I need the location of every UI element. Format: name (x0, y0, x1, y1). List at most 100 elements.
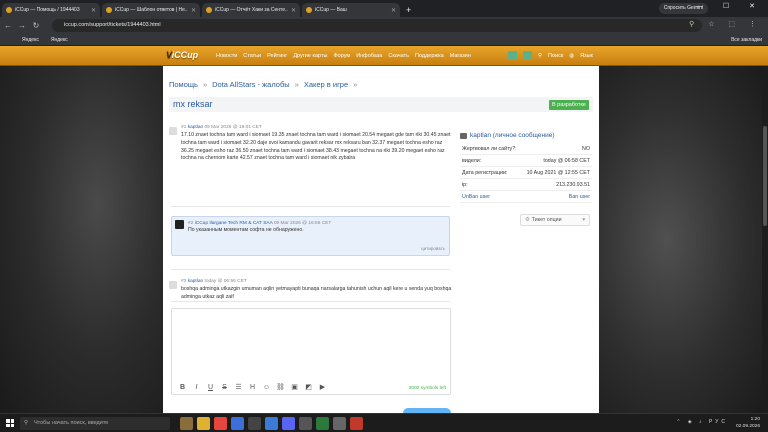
image-icon[interactable]: ▣ (290, 383, 299, 391)
avatar (175, 220, 184, 229)
site-navigation: ViCCup Новости Статьи Рейтинг Другие кар… (0, 46, 768, 66)
nav-link-articles[interactable]: Статьи (243, 53, 261, 59)
close-icon[interactable]: ✕ (391, 7, 396, 14)
app-icon[interactable] (299, 417, 312, 430)
url-field[interactable]: iccup.com/support/tickets/1944403.html (52, 19, 702, 32)
heading-icon[interactable]: H (248, 384, 257, 391)
close-icon[interactable]: ✕ (291, 7, 296, 14)
download-icon[interactable] (523, 51, 532, 60)
bold-icon[interactable]: B (178, 384, 187, 391)
discord-icon[interactable] (282, 417, 295, 430)
video-icon[interactable]: ▶ (318, 383, 327, 391)
ban-user-link[interactable]: Ban user (569, 194, 590, 200)
browser-tab[interactable]: iCCup — Помощь / 1944403 ✕ (2, 3, 100, 17)
site-favicon-icon (6, 7, 12, 13)
status-badge: В разработке (548, 100, 589, 110)
strikethrough-icon[interactable]: S (220, 384, 229, 391)
app-icon[interactable] (248, 417, 261, 430)
app-icon[interactable] (265, 417, 278, 430)
search-icon[interactable]: ⚲ (538, 53, 542, 59)
tab-title: iCCup — Помощь / 1944403 (15, 7, 80, 13)
nav-link-other-maps[interactable]: Другие карты (293, 53, 327, 59)
scrollbar-thumb[interactable] (763, 126, 767, 226)
taskbar-search-input[interactable]: ⚲ Чтобы начать поиск, введите (20, 417, 170, 430)
post-meta: #2 iCCup Ilargane Tech RM & CAT SAA 09 M… (188, 221, 332, 226)
window-controls[interactable]: — ☐ ✕ (696, 2, 764, 10)
app-icon[interactable] (180, 417, 193, 430)
windows-start-icon[interactable] (6, 419, 14, 427)
chrome-icon[interactable] (214, 417, 227, 430)
ticket-options-dropdown[interactable]: ⚙ Тикет опции ▾ (520, 214, 590, 226)
clock[interactable]: 1:20 02.09.2026 (736, 416, 760, 430)
tab-title: iCCup — Отчёт Хаки за Сенте... (215, 7, 288, 13)
reply-editor[interactable]: B I U S ☰ H ☺ ⛓ ▣ ◩ ▶ 3000 symbols left (171, 308, 451, 395)
bookmarks-bar: Яндекс Яндекс Все закладки (0, 34, 768, 46)
breadcrumb: Помощь » Dota AllStars - жалобы » Хакер … (169, 80, 357, 89)
web-page: ViCCup Новости Статьи Рейтинг Другие кар… (0, 46, 768, 413)
site-logo[interactable]: ViCCup (166, 50, 198, 60)
site-favicon-icon (306, 7, 312, 13)
app-icon[interactable] (350, 417, 363, 430)
list-icon[interactable]: ☰ (234, 383, 243, 391)
app-icon[interactable] (333, 417, 346, 430)
post-meta: #3 kaptlan today @ 06:56 CET (181, 279, 247, 284)
link-icon[interactable]: ⛓ (276, 383, 285, 391)
system-tray-icons[interactable]: ⌃ ◈ ♪ РУС (676, 419, 728, 425)
nav-link-rating[interactable]: Рейтинг (267, 53, 287, 59)
user-info-table: Жертвовал ли сайту?: NO видели: today @ 06… (460, 143, 592, 203)
breadcrumb-item[interactable]: Dota AllStars - жалобы (212, 80, 290, 89)
tab-title: iCCup — Ваш (315, 7, 347, 13)
nav-link-news[interactable]: Новости (216, 53, 237, 59)
address-bar-row: ← → ↻ iccup.com/support/tickets/1944403.… (0, 17, 768, 34)
browser-toolbar-icons[interactable]: ⚲ ☆ ⬚ ⋮ (689, 20, 762, 28)
user-icon[interactable] (508, 51, 517, 60)
breadcrumb-item[interactable]: Помощь (169, 80, 198, 89)
divider (171, 206, 450, 207)
unban-user-link[interactable]: UnBan user (462, 194, 490, 200)
italic-icon[interactable]: I (192, 384, 201, 391)
close-icon[interactable]: ✕ (91, 7, 96, 14)
breadcrumb-item[interactable]: Хакер в игре (304, 80, 348, 89)
breadcrumb-separator: » (353, 80, 358, 89)
underline-icon[interactable]: U (206, 384, 215, 391)
bookmark-item[interactable]: Яндекс (51, 37, 68, 43)
message-icon (460, 132, 467, 139)
nav-link-download[interactable]: Скачать (388, 53, 409, 59)
browser-tab[interactable]: iCCup — Шаблон ответов | Не... ✕ (102, 3, 200, 17)
quote-link[interactable]: цитировать (421, 246, 445, 251)
new-tab-button[interactable]: + (406, 3, 411, 17)
post-author[interactable]: kaptlan (188, 125, 203, 130)
language-select[interactable]: Язык (580, 53, 593, 59)
user-info-heading[interactable]: kaptlan (личное сообщение) (460, 132, 592, 139)
nav-link-support[interactable]: Поддержка (415, 53, 444, 59)
nav-link-forum[interactable]: Форум (333, 53, 350, 59)
nav-link-infobase[interactable]: Инфобаза (356, 53, 382, 59)
ticket-post: #1 kaptlan 09 Mar 2026 @ 19:01 CET 17.10… (169, 125, 452, 205)
post-author[interactable]: iCCup Ilargane Tech RM & CAT SAA (195, 221, 273, 226)
post-body: boshqa adminga utkazgin umuman aqlin yet… (181, 286, 452, 300)
post-body: По указанным моментам софта не обнаружен… (188, 227, 304, 233)
app-icon[interactable] (316, 417, 329, 430)
post-author[interactable]: kaptlan (188, 279, 203, 284)
post-time: 09 Mar 2026 @ 16:56 CET (273, 221, 332, 226)
all-bookmarks-button[interactable]: Все закладки (731, 37, 762, 43)
emoji-icon[interactable]: ☺ (262, 384, 271, 391)
ban-actions-row: UnBan user Ban user (460, 191, 592, 203)
divider (171, 301, 450, 302)
nav-link-shop[interactable]: Магазин (450, 53, 471, 59)
reload-icon[interactable]: ↻ (30, 21, 42, 30)
browser-tab[interactable]: iCCup — Ваш ✕ (302, 3, 400, 17)
background-art (599, 66, 768, 413)
bookmark-item[interactable]: Яндекс (22, 37, 39, 43)
forward-icon[interactable]: → (16, 21, 28, 30)
ticket-title-bar: mx reksar В разработке (169, 97, 593, 112)
post-time: 09 Mar 2026 @ 19:01 CET (204, 125, 262, 130)
close-icon[interactable]: ✕ (191, 7, 196, 14)
spoiler-icon[interactable]: ◩ (304, 383, 313, 391)
back-icon[interactable]: ← (2, 21, 14, 30)
scrollbar[interactable] (762, 66, 768, 413)
browser-tab[interactable]: iCCup — Отчёт Хаки за Сенте... ✕ (202, 3, 300, 17)
search-link[interactable]: Поиск (548, 53, 563, 59)
app-icon[interactable] (231, 417, 244, 430)
folder-icon[interactable] (197, 417, 210, 430)
